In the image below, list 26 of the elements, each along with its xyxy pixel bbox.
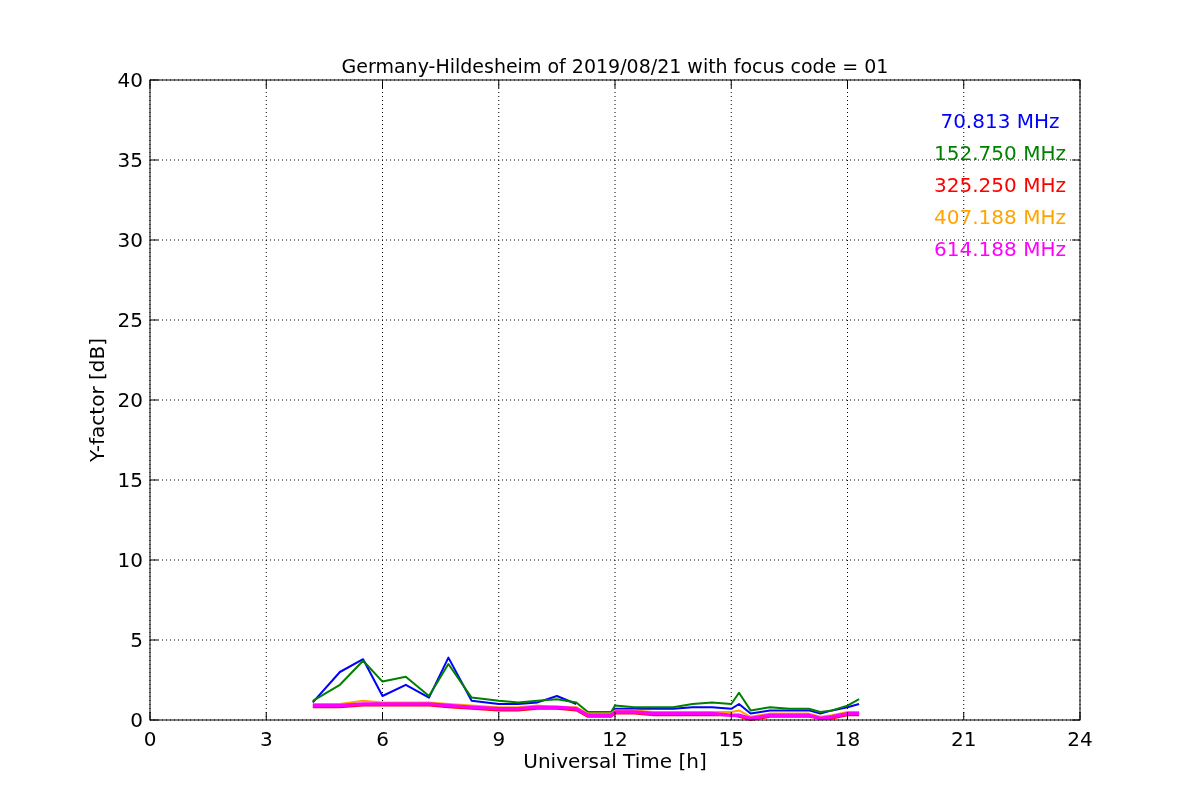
tick-label: 24 (1067, 727, 1093, 751)
tick-label: 12 (602, 727, 628, 751)
tick-label: 30 (117, 228, 143, 252)
tick-label: 0 (130, 708, 143, 732)
tick-label: 40 (117, 68, 143, 92)
tick-label: 0 (143, 727, 157, 751)
tick-label: 9 (492, 727, 506, 751)
legend-label: 70.813 MHz (940, 109, 1060, 133)
tick-label: 3 (259, 727, 273, 751)
tick-label: 15 (117, 468, 143, 492)
x-axis-label: Universal Time [h] (523, 749, 707, 773)
tick-label: 25 (117, 308, 143, 332)
tick-label: 15 (718, 727, 744, 751)
tick-label: 35 (117, 148, 143, 172)
tick-label: 18 (834, 727, 861, 751)
legend-label: 152.750 MHz (934, 141, 1066, 165)
tick-label: 10 (117, 548, 143, 572)
tick-label: 20 (117, 388, 143, 412)
tick-label: 6 (376, 727, 389, 751)
legend-label: 325.250 MHz (934, 173, 1066, 197)
chart-title: Germany-Hildesheim of 2019/08/21 with focus code = 01 (341, 55, 889, 77)
tick-label: 5 (130, 628, 143, 652)
legend-label: 407.188 MHz (934, 205, 1066, 229)
legend-label: 614.188 MHz (934, 237, 1066, 261)
y-axis-label: Y-factor [dB] (85, 338, 109, 462)
tick-label: 21 (951, 727, 977, 751)
